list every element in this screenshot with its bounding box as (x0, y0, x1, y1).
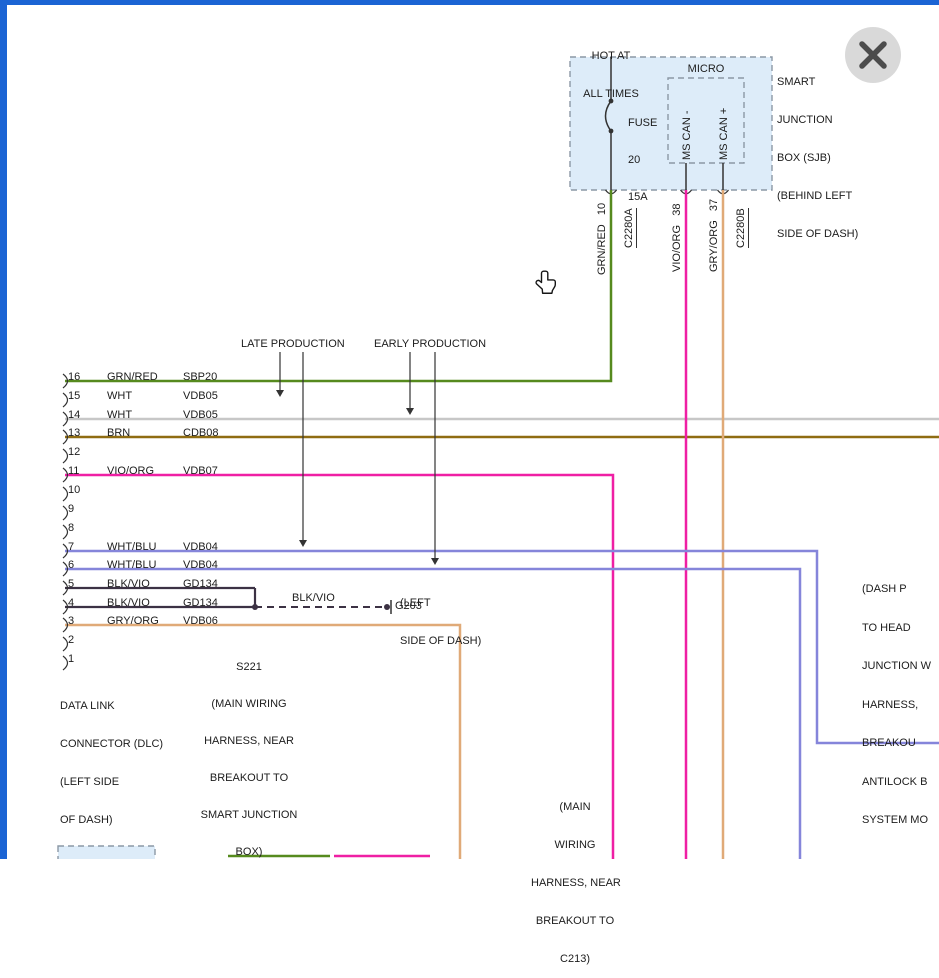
pin-number: 2 (68, 634, 74, 646)
wire-gry-org-vdb06 (65, 190, 723, 859)
g203-location-label: (LEFT SIDE OF DASH) (400, 572, 481, 660)
pin-number: 14 (68, 409, 80, 421)
sjb-title-line: SIDE OF DASH) (777, 227, 858, 241)
blk-vio-wire-label: BLK/VIO (292, 592, 335, 604)
connector-label-c2280b: C2280B (735, 208, 749, 248)
wire-label-grn-red-10: GRN/RED 10 (596, 203, 609, 275)
pin-circuit: VDB04 (183, 559, 218, 571)
pin-number: 8 (68, 522, 74, 534)
pin-circuit: VDB07 (183, 465, 218, 477)
ground-g203-dot (384, 604, 390, 610)
right-module-line: SYSTEM MO (862, 813, 931, 828)
pin-number: 4 (68, 597, 74, 609)
splice-s221-line: S221 (195, 661, 303, 674)
close-button[interactable] (845, 27, 901, 83)
close-icon (845, 27, 901, 83)
production-arrows (276, 352, 439, 565)
early-production-label: EARLY PRODUCTION (374, 338, 486, 350)
connector-label-c2280a: C2280A (623, 208, 637, 248)
pin-wire-color: BLK/VIO (107, 578, 150, 590)
right-module-line: TO HEAD (862, 621, 931, 636)
right-module-line: BREAKOU (862, 736, 931, 751)
bottom-splice-label: (MAIN WIRING HARNESS, NEAR BREAKOUT TO C… (531, 776, 619, 978)
fuse-number: 20 (628, 154, 657, 167)
wiring-diagram-page: { "palette": { "window_border": "#1b64d4… (0, 0, 939, 859)
hand-pointer-cursor-icon (535, 270, 561, 300)
pin-number: 7 (68, 541, 74, 553)
pin-number: 13 (68, 427, 80, 439)
pin-circuit: VDB06 (183, 615, 218, 627)
right-module-line: JUNCTION W (862, 659, 931, 674)
pin-circuit: GD134 (183, 578, 218, 590)
pin-number: 5 (68, 578, 74, 590)
component-box-partial (58, 846, 155, 859)
right-module-label: (DASH P TO HEAD JUNCTION W HARNESS, BREA… (862, 558, 931, 840)
late-production-label: LATE PRODUCTION (241, 338, 345, 350)
g203-label: G203 (395, 600, 422, 612)
pin-wire-color: GRY/ORG (107, 615, 159, 627)
sjb-title-line: (BEHIND LEFT (777, 189, 858, 203)
ms-can-minus-label: MS CAN - (681, 111, 694, 161)
hot-at-line: HOT AT (575, 49, 647, 63)
micro-label: MICRO (668, 63, 744, 75)
bottom-splice-line: (MAIN (531, 800, 619, 814)
pin-number: 3 (68, 615, 74, 627)
pin-circuit: VDB04 (183, 541, 218, 553)
wire-grn-red-sbp20 (65, 190, 611, 381)
fuse-name: FUSE (628, 117, 657, 130)
pin-number: 16 (68, 371, 80, 383)
pin-circuit: CDB08 (183, 427, 218, 439)
pin-number: 15 (68, 390, 80, 402)
bottom-splice-line: BREAKOUT TO (531, 914, 619, 928)
fuse-label: FUSE 20 15A (628, 93, 657, 216)
bottom-splice-line: WIRING (531, 838, 619, 852)
dlc-label-line: DATA LINK (60, 699, 163, 713)
fuse-rating: 15A (628, 191, 657, 204)
bottom-splice-line: HARNESS, NEAR (531, 876, 619, 890)
pin-number: 1 (68, 653, 74, 665)
splice-s221-line: BREAKOUT TO (195, 772, 303, 785)
arrowhead (299, 540, 307, 547)
pin-wire-color: VIO/ORG (107, 465, 154, 477)
pin-circuit: SBP20 (183, 371, 217, 383)
sjb-title-line: BOX (SJB) (777, 151, 858, 165)
pin-wire-color: WHT (107, 390, 132, 402)
splice-s221-line: HARNESS, NEAR (195, 735, 303, 748)
right-module-line: ANTILOCK B (862, 775, 931, 790)
splice-s221-line: BOX) (195, 846, 303, 859)
right-module-line: HARNESS, (862, 698, 931, 713)
pin-wire-color: BRN (107, 427, 130, 439)
bottom-splice-line: C213) (531, 952, 619, 966)
pin-circuit: VDB05 (183, 409, 218, 421)
splice-s221-label: S221 (MAIN WIRING HARNESS, NEAR BREAKOUT… (195, 637, 303, 871)
wire-label-vio-org-38: VIO/ORG 38 (671, 204, 684, 272)
pin-circuit: GD134 (183, 597, 218, 609)
pin-wire-color: WHT/BLU (107, 541, 157, 553)
dlc-label-line: CONNECTOR (DLC) (60, 737, 163, 751)
pin-number: 11 (68, 465, 79, 477)
arrowhead (276, 390, 284, 397)
arrowhead (406, 408, 414, 415)
dlc-label-line: OF DASH) (60, 813, 163, 827)
pin-number: 10 (68, 484, 80, 496)
ms-can-plus-label: MS CAN + (718, 108, 731, 160)
pin-number: 9 (68, 503, 74, 515)
pin-wire-color: GRN/RED (107, 371, 158, 383)
pin-wire-color: WHT/BLU (107, 559, 157, 571)
dlc-label: DATA LINK CONNECTOR (DLC) (LEFT SIDE OF … (60, 675, 163, 839)
g203-location-line: SIDE OF DASH) (400, 634, 481, 648)
pin-wire-color: BLK/VIO (107, 597, 150, 609)
dlc-label-line: (LEFT SIDE (60, 775, 163, 789)
wire-label-gry-org-37: GRY/ORG 37 (708, 199, 721, 272)
pin-circuit: VDB05 (183, 390, 218, 402)
splice-s221-line: SMART JUNCTION (195, 809, 303, 822)
pin-number: 6 (68, 559, 74, 571)
right-module-line: (DASH P (862, 582, 931, 597)
splice-s221-line: (MAIN WIRING (195, 698, 303, 711)
pin-number: 12 (68, 446, 80, 458)
arrowhead (431, 558, 439, 565)
pin-wire-color: WHT (107, 409, 132, 421)
sjb-title-line: JUNCTION (777, 113, 858, 127)
